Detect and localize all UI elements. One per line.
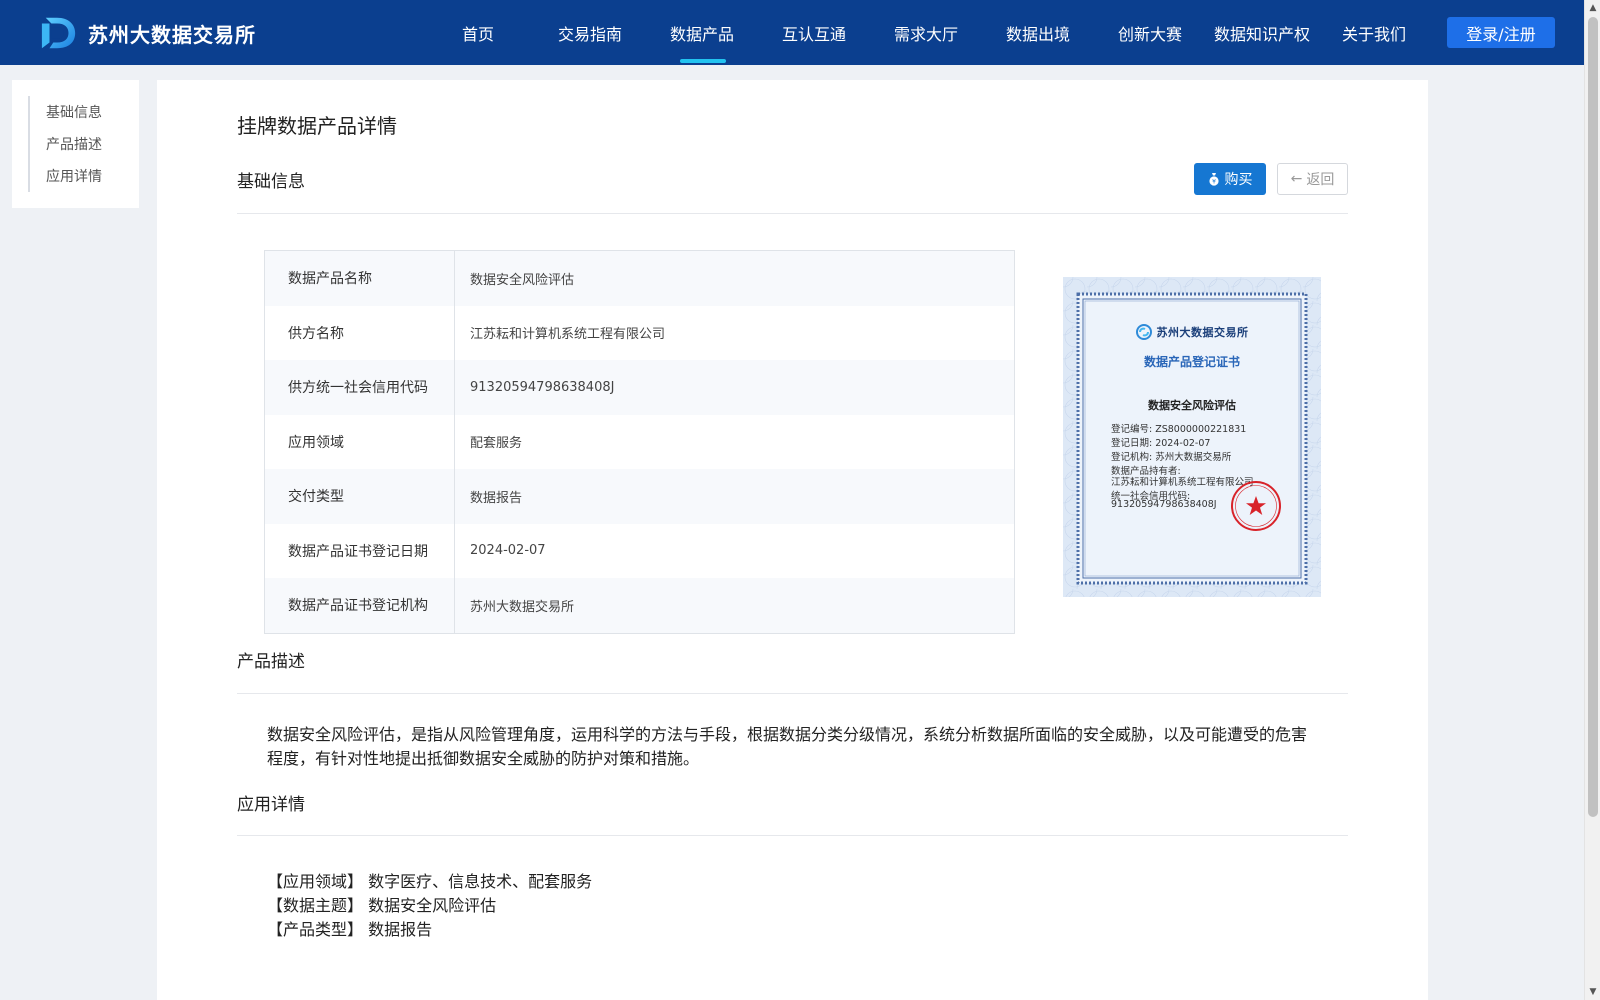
scroll-thumb[interactable]	[1588, 17, 1598, 817]
section-title-product-description: 产品描述	[237, 652, 305, 672]
page-scrollbar[interactable]: ▲ ▼	[1584, 0, 1600, 1000]
login-register-button[interactable]: 登录/注册	[1447, 17, 1555, 48]
certificate-line: 登记编号: ZS8000000221831	[1111, 424, 1247, 435]
nav-trading-guide[interactable]: 交易指南	[534, 0, 646, 65]
certificate-line: 登记日期: 2024-02-07	[1111, 438, 1211, 449]
row-key: 数据产品证书登记机构	[265, 578, 455, 633]
row-value: 2024-02-07	[470, 543, 546, 559]
row-value: 江苏耘和计算机系统工程有限公司	[470, 327, 666, 343]
anchor-sidebar: 基础信息 产品描述 应用详情	[12, 80, 139, 208]
table-row: 应用领域 配套服务	[265, 414, 1014, 469]
certificate-product-name: 数据安全风险评估	[1148, 399, 1236, 412]
row-key: 数据产品证书登记日期	[265, 523, 455, 578]
site-logo[interactable]: 苏州大数据交易所	[40, 14, 256, 52]
buy-label: 购买	[1224, 172, 1253, 188]
row-key: 供方名称	[265, 305, 455, 360]
arrow-left-icon: ←	[1290, 171, 1303, 187]
top-nav-bar: 苏州大数据交易所 首页 交易指南 数据产品 互认互通 需求大厅 数据出境 创新大…	[0, 0, 1584, 65]
table-row: 数据产品名称 数据安全风险评估	[265, 251, 1014, 306]
section-divider	[237, 835, 1348, 836]
row-value: 91320594798638408J	[470, 379, 615, 395]
buy-button[interactable]: ¥ 购买	[1194, 163, 1266, 195]
application-detail-line: 【数据主题】 数据安全风险评估	[267, 896, 497, 915]
row-key: 供方统一社会信用代码	[265, 360, 455, 415]
certificate-line: 91320594798638408J	[1111, 499, 1217, 510]
row-key: 交付类型	[265, 469, 455, 524]
nav-mutual-recognition[interactable]: 互认互通	[758, 0, 870, 65]
section-title-basic-info: 基础信息	[237, 172, 305, 192]
application-detail-line: 【产品类型】 数据报告	[267, 920, 433, 939]
certificate-org: 苏州大数据交易所	[1156, 326, 1249, 339]
row-value: 数据报告	[470, 490, 523, 506]
certificate-image[interactable]: 苏州大数据交易所 数据产品登记证书 数据安全风险评估 登记编号: ZS80000…	[1063, 277, 1321, 597]
money-bag-icon: ¥	[1208, 173, 1219, 186]
sidebar-item-product-description[interactable]: 产品描述	[46, 134, 102, 154]
product-description-text: 数据安全风险评估，是指从风险管理角度，运用科学的方法与手段，根据数据分类分级情况…	[267, 725, 1308, 768]
nav-home[interactable]: 首页	[422, 0, 534, 65]
row-key: 应用领域	[265, 414, 455, 469]
row-value: 数据安全风险评估	[470, 272, 575, 288]
certificate-line: 登记机构: 苏州大数据交易所	[1111, 452, 1232, 463]
section-divider	[237, 213, 1348, 214]
back-label: 返回	[1306, 172, 1335, 188]
certificate-title: 数据产品登记证书	[1143, 355, 1240, 369]
certificate-logo-row: 苏州大数据交易所	[1063, 324, 1321, 340]
section-divider	[237, 693, 1348, 694]
table-row: 交付类型 数据报告	[265, 469, 1014, 524]
table-row: 供方统一社会信用代码 91320594798638408J	[265, 360, 1014, 415]
main-nav: 首页 交易指南 数据产品 互认互通 需求大厅 数据出境 创新大赛 数据知识产权 …	[422, 0, 1430, 65]
row-value: 配套服务	[470, 436, 523, 452]
nav-innovation-contest[interactable]: 创新大赛	[1094, 0, 1206, 65]
application-detail-line: 【应用领域】 数字医疗、信息技术、配套服务	[267, 872, 593, 891]
svg-text:¥: ¥	[1212, 178, 1216, 185]
nav-data-products[interactable]: 数据产品	[646, 0, 758, 65]
nav-demand-hall[interactable]: 需求大厅	[870, 0, 982, 65]
sidebar-item-application-details[interactable]: 应用详情	[46, 166, 102, 186]
page-title: 挂牌数据产品详情	[237, 114, 397, 138]
section-title-application-details: 应用详情	[237, 795, 305, 815]
exchange-logo-icon	[1135, 324, 1152, 340]
table-row: 数据产品证书登记机构 苏州大数据交易所	[265, 578, 1014, 633]
nav-data-ip[interactable]: 数据知识产权	[1206, 0, 1318, 65]
nav-data-export[interactable]: 数据出境	[982, 0, 1094, 65]
logo-icon	[41, 17, 76, 49]
official-seal-icon	[1231, 481, 1281, 531]
scroll-up-icon[interactable]: ▲	[1585, 0, 1600, 16]
detail-card: 挂牌数据产品详情 基础信息 ¥ 购买 ← 返回 数据产品名称 数据安全风险评估 …	[157, 80, 1428, 1000]
certificate-content: 苏州大数据交易所 数据产品登记证书 数据安全风险评估 登记编号: ZS80000…	[1063, 277, 1321, 597]
nav-about-us[interactable]: 关于我们	[1318, 0, 1430, 65]
basic-info-table: 数据产品名称 数据安全风险评估 供方名称 江苏耘和计算机系统工程有限公司 供方统…	[264, 250, 1015, 634]
scroll-down-icon[interactable]: ▼	[1585, 984, 1600, 1000]
table-row: 数据产品证书登记日期 2024-02-07	[265, 523, 1014, 578]
logo-text: 苏州大数据交易所	[88, 22, 256, 47]
table-row: 供方名称 江苏耘和计算机系统工程有限公司	[265, 305, 1014, 360]
sidebar-item-basic-info[interactable]: 基础信息	[46, 102, 102, 122]
row-value: 苏州大数据交易所	[470, 599, 575, 615]
sidebar-track	[28, 96, 30, 192]
back-button[interactable]: ← 返回	[1277, 163, 1348, 195]
row-key: 数据产品名称	[265, 251, 455, 306]
